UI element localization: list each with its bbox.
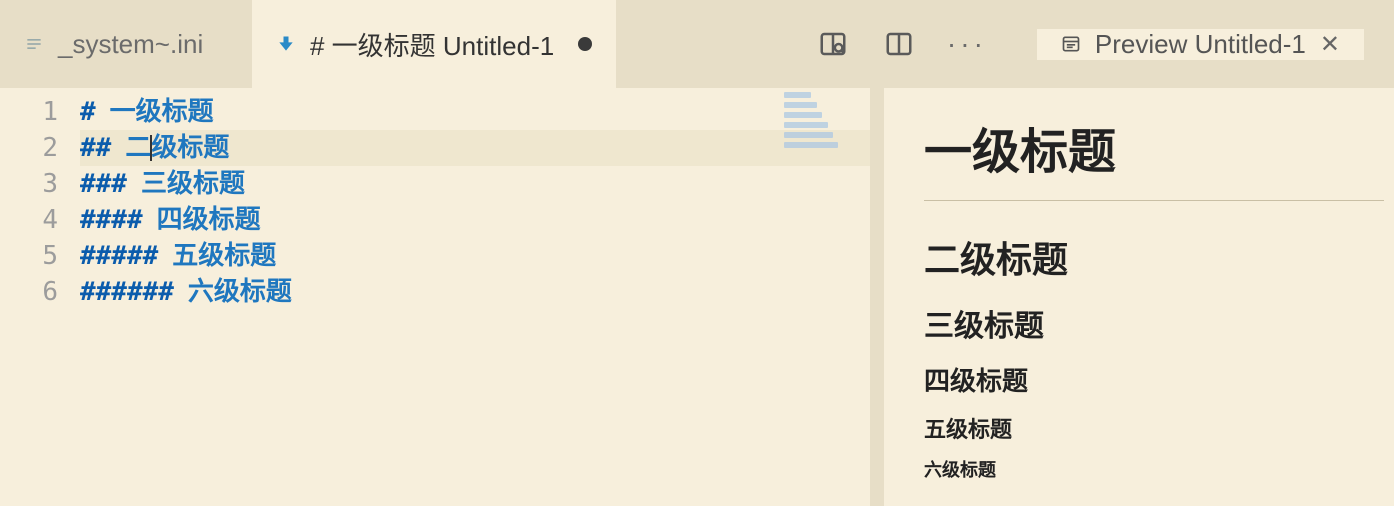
preview-h2: 二级标题 xyxy=(924,231,1394,283)
preview-icon xyxy=(1061,34,1081,54)
line-number: 2 xyxy=(0,130,80,166)
code-line[interactable]: ### 三级标题 xyxy=(80,166,870,202)
line-number: 3 xyxy=(0,166,80,202)
preview-h5: 五级标题 xyxy=(924,412,1394,444)
tab-system-ini[interactable]: _system~.ini xyxy=(0,0,252,88)
tab-bar: _system~.ini # 一级标题 Untitled-1 ··· Previ… xyxy=(0,0,1394,88)
heading-mark: ###### xyxy=(80,274,174,310)
heading-mark: ## xyxy=(80,130,111,166)
minimap-line xyxy=(784,132,833,138)
minimap-line xyxy=(784,92,811,98)
heading-mark: ##### xyxy=(80,238,158,274)
split-editor-icon[interactable] xyxy=(881,26,917,62)
code-area[interactable]: # 一级标题 ## 二级标题 ### 三级标题 #### 四级标题 ##### … xyxy=(80,88,870,506)
heading-text: 一级标题 xyxy=(110,94,214,130)
preview-tab-label: Preview Untitled-1 xyxy=(1095,29,1306,60)
heading-mark: # xyxy=(80,94,96,130)
preview-h1: 一级标题 xyxy=(924,112,1394,182)
minimap[interactable] xyxy=(784,92,852,152)
line-number-gutter: 1 2 3 4 5 6 xyxy=(0,88,80,506)
main-area: 1 2 3 4 5 6 # 一级标题 ## 二级标题 ### 三级标题 ####… xyxy=(0,88,1394,506)
minimap-line xyxy=(784,102,817,108)
markdown-icon xyxy=(276,34,296,54)
file-icon xyxy=(24,34,44,54)
tab-preview-untitled-1[interactable]: Preview Untitled-1 ✕ xyxy=(1037,29,1364,60)
line-number: 4 xyxy=(0,202,80,238)
line-number: 1 xyxy=(0,94,80,130)
preview-h3: 三级标题 xyxy=(924,301,1394,345)
tab-label: _system~.ini xyxy=(58,29,203,60)
code-line[interactable]: ##### 五级标题 xyxy=(80,238,870,274)
preview-rule xyxy=(924,200,1384,201)
code-line[interactable]: ## 二级标题 xyxy=(80,130,870,166)
heading-text: 五级标题 xyxy=(172,238,276,274)
tab-untitled-1[interactable]: # 一级标题 Untitled-1 xyxy=(252,0,616,88)
editor-pane[interactable]: 1 2 3 4 5 6 # 一级标题 ## 二级标题 ### 三级标题 ####… xyxy=(0,88,870,506)
line-number: 5 xyxy=(0,238,80,274)
dirty-indicator-icon xyxy=(578,37,592,51)
code-line[interactable]: # 一级标题 xyxy=(80,94,870,130)
open-preview-side-icon[interactable] xyxy=(815,26,851,62)
minimap-line xyxy=(784,112,822,118)
code-line[interactable]: ###### 六级标题 xyxy=(80,274,870,310)
minimap-line xyxy=(784,142,838,148)
close-icon[interactable]: ✕ xyxy=(1320,30,1340,59)
minimap-line xyxy=(784,122,828,128)
line-number: 6 xyxy=(0,274,80,310)
pane-divider[interactable] xyxy=(870,88,884,506)
editor-toolbar: ··· Preview Untitled-1 ✕ xyxy=(775,0,1394,88)
heading-mark: #### xyxy=(80,202,143,238)
tab-label: # 一级标题 Untitled-1 xyxy=(310,26,554,63)
preview-pane: 一级标题 二级标题 三级标题 四级标题 五级标题 六级标题 xyxy=(884,88,1394,506)
heading-mark: ### xyxy=(80,166,127,202)
heading-text: 六级标题 xyxy=(188,274,292,310)
preview-h6: 六级标题 xyxy=(924,456,1394,482)
code-line[interactable]: #### 四级标题 xyxy=(80,202,870,238)
heading-text: 四级标题 xyxy=(157,202,261,238)
heading-text: 三级标题 xyxy=(141,166,245,202)
heading-text: 二级标题 xyxy=(125,130,229,166)
more-actions-icon[interactable]: ··· xyxy=(947,28,987,60)
preview-h4: 四级标题 xyxy=(924,361,1394,398)
